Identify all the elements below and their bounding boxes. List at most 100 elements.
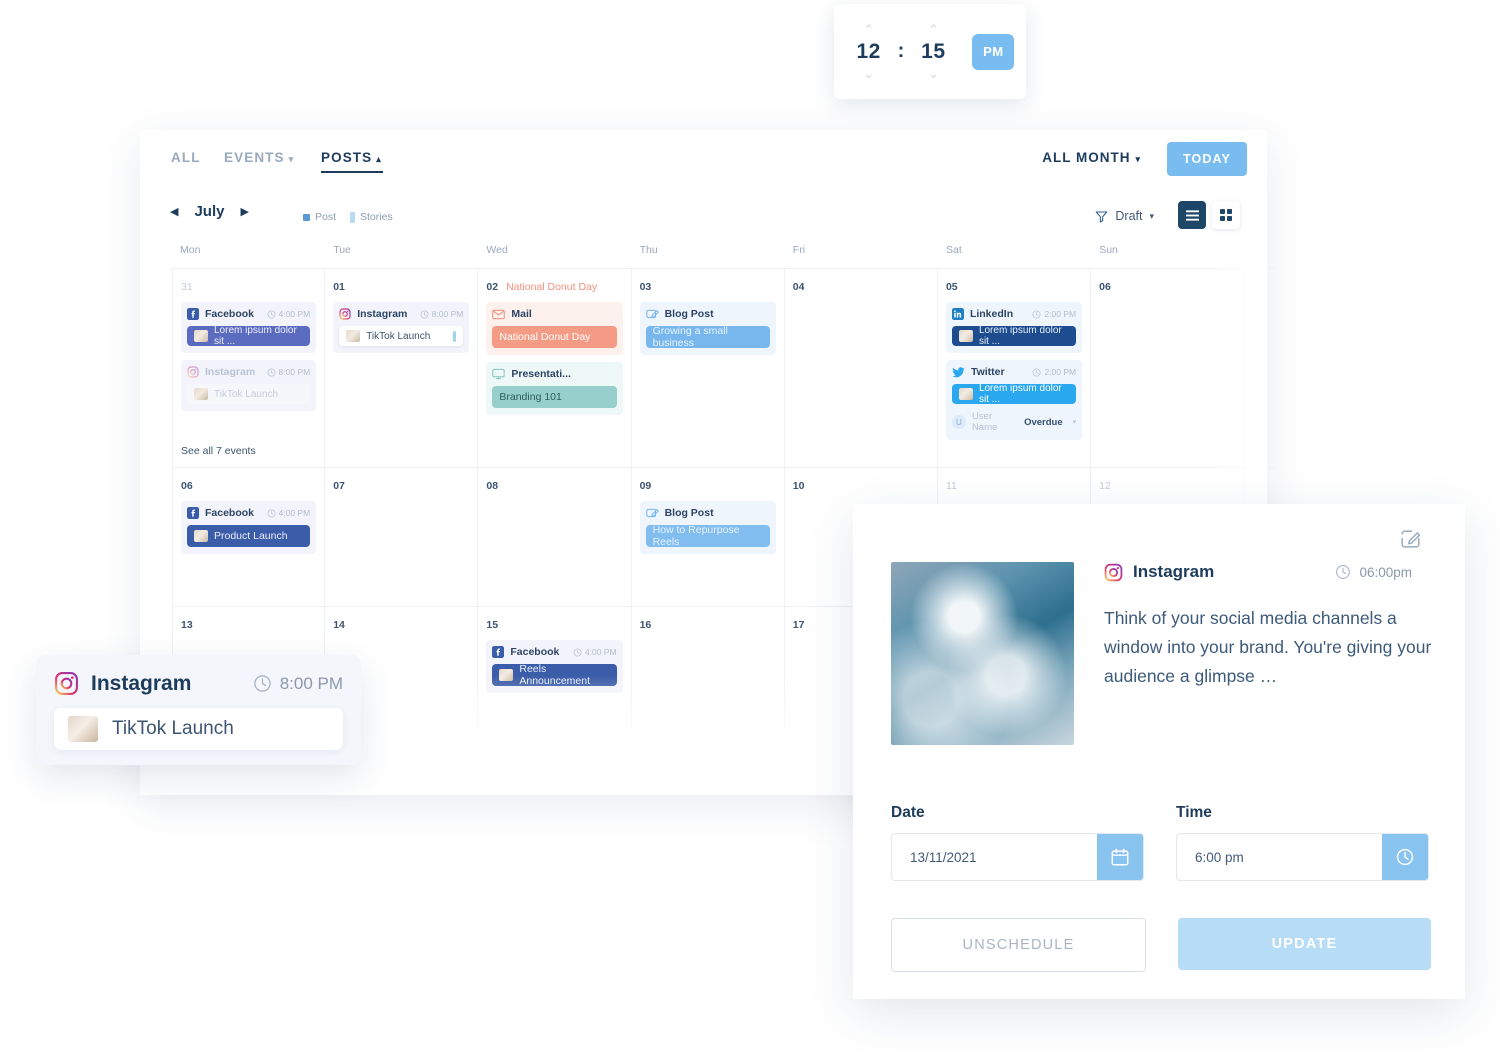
- tab-all[interactable]: ALL: [171, 150, 201, 165]
- list-view-button[interactable]: [1178, 201, 1206, 229]
- calendar-day-cell[interactable]: 01 Instagram 8:00 PM TikTok Launch: [325, 269, 479, 467]
- event-chip[interactable]: Lorem ipsum dolor sit ...: [187, 325, 311, 347]
- event-time: 2:00 PM: [1032, 367, 1076, 377]
- event-chip[interactable]: TikTok Launch: [339, 326, 464, 346]
- detail-content: Instagram 06:00pm Think of your social m…: [1104, 562, 1444, 745]
- tab-bar: ALL EVENTS ▾ POSTS ▴ ALL MONTH ▾ TODAY: [140, 130, 1267, 189]
- event-platform: Blog Post: [645, 308, 714, 320]
- calendar-event[interactable]: Mail National Donut Day: [486, 302, 623, 355]
- tab-posts[interactable]: POSTS ▴: [321, 150, 382, 165]
- event-platform: Twitter: [952, 366, 1005, 378]
- post-caption: Think of your social media channels a wi…: [1104, 608, 1432, 686]
- detail-body: Instagram 06:00pm Think of your social m…: [891, 562, 1444, 745]
- event-chip-label: Product Launch: [214, 530, 288, 542]
- all-month-dropdown[interactable]: ALL MONTH ▾: [1042, 150, 1141, 165]
- event-chip[interactable]: Growing a small business: [645, 325, 770, 349]
- floating-post-card[interactable]: Instagram 8:00 PM TikTok Launch: [36, 655, 361, 765]
- chevron-down-icon[interactable]: ▾: [1073, 418, 1077, 426]
- calendar-event[interactable]: Twitter 2:00 PM Lorem ipsum dolor sit ... U…: [945, 360, 1083, 440]
- calendar-event[interactable]: Instagram 8:00 PM TikTok Launch: [333, 302, 470, 353]
- calendar-legend: Post Stories: [303, 211, 393, 223]
- unschedule-button[interactable]: UNSCHEDULE: [891, 918, 1146, 972]
- today-button[interactable]: TODAY: [1167, 142, 1247, 176]
- event-chip[interactable]: TikTok Launch: [187, 384, 311, 404]
- time-field-label: Time: [1176, 804, 1212, 821]
- calendar-event[interactable]: LinkedIn 2:00 PM Lorem ipsum dolor sit ...: [945, 302, 1083, 353]
- calendar-day-cell[interactable]: 04: [785, 269, 938, 467]
- event-chip[interactable]: Lorem ipsum dolor sit ...: [951, 383, 1077, 405]
- instagram-icon: [187, 366, 199, 378]
- time-value: 6:00 pm: [1195, 849, 1244, 865]
- calendar-icon[interactable]: [1097, 834, 1143, 880]
- event-chip[interactable]: How to Repurpose Reels: [645, 524, 770, 548]
- event-platform-label: Twitter: [970, 366, 1005, 378]
- weekday-header-row: Mon Tue Wed Thu Fri Sat Sun: [140, 244, 1267, 268]
- edit-icon[interactable]: [1398, 526, 1423, 551]
- post-thumbnail: [346, 330, 361, 342]
- floating-card-post[interactable]: TikTok Launch: [54, 708, 343, 750]
- day-number: 15: [486, 619, 499, 631]
- update-button[interactable]: UPDATE: [1178, 918, 1431, 970]
- calendar-day-cell[interactable]: 02 National Donut Day Mail National Donut D…: [478, 269, 632, 467]
- event-time: 4:00 PM: [267, 309, 310, 319]
- event-platform: Presentati...: [492, 368, 571, 380]
- day-number: 01: [333, 281, 345, 293]
- calendar-day-cell[interactable]: 08: [478, 468, 632, 606]
- event-chip[interactable]: National Donut Day: [492, 326, 617, 348]
- minute-decrement-icon[interactable]: ⌄: [928, 67, 939, 81]
- filter-dropdown[interactable]: Draft ▾: [1095, 209, 1154, 223]
- hour-decrement-icon[interactable]: ⌄: [863, 67, 874, 81]
- event-platform: Blog Post: [645, 507, 714, 519]
- event-platform-label: Facebook: [205, 507, 255, 519]
- time-field-group: Time 6:00 pm: [1176, 804, 1429, 881]
- floating-card-post-title: TikTok Launch: [112, 718, 234, 739]
- tab-events[interactable]: EVENTS ▾: [224, 150, 294, 165]
- calendar-day-cell[interactable]: 07: [325, 468, 479, 606]
- calendar-day-cell[interactable]: 31 Facebook 4:00 PM Lorem ipsum dolor sit .…: [172, 269, 326, 467]
- event-chip[interactable]: Lorem ipsum dolor sit ...: [951, 325, 1077, 347]
- minute-stepper[interactable]: ⌃ 15 ⌄: [910, 23, 956, 81]
- meridiem-toggle[interactable]: PM: [972, 33, 1015, 70]
- event-chip[interactable]: Product Launch: [187, 525, 311, 547]
- calendar-day-cell[interactable]: 03 Blog Post Growing a small business: [632, 269, 785, 467]
- detail-time: 06:00pm: [1335, 564, 1412, 580]
- clock-icon: [267, 508, 276, 518]
- time-picker-popover[interactable]: ⌃ 12 ⌄ : ⌃ 15 ⌄ PM: [834, 4, 1026, 99]
- post-detail-panel: Instagram 06:00pm Think of your social m…: [853, 504, 1465, 999]
- see-all-events-link[interactable]: See all 7 events: [181, 445, 256, 457]
- event-platform-label: Blog Post: [664, 308, 714, 320]
- event-assignee[interactable]: U User Name Overdue ▾: [951, 411, 1077, 433]
- calendar-event[interactable]: Blog Post Growing a small business: [639, 302, 776, 355]
- minute-increment-icon[interactable]: ⌃: [928, 23, 939, 37]
- day-number: 13: [181, 619, 193, 631]
- calendar-event[interactable]: Instagram 8:00 PM TikTok Launch: [181, 360, 317, 411]
- detail-actions: UNSCHEDULE UPDATE: [891, 918, 1431, 972]
- event-platform-label: Instagram: [357, 308, 408, 320]
- calendar-day-cell[interactable]: 09 Blog Post How to Repurpose Reels: [632, 468, 785, 606]
- next-month-icon[interactable]: ▶: [240, 205, 248, 218]
- event-time-label: 2:00 PM: [1044, 309, 1077, 319]
- calendar-day-cell[interactable]: 06 Facebook 4:00 PM Product Launch: [172, 468, 326, 606]
- grid-view-button[interactable]: [1212, 201, 1240, 229]
- facebook-icon: [492, 646, 505, 658]
- prev-month-icon[interactable]: ◀: [170, 205, 178, 218]
- time-input[interactable]: 6:00 pm: [1176, 833, 1429, 881]
- hour-stepper[interactable]: ⌃ 12 ⌄: [846, 23, 892, 81]
- hour-increment-icon[interactable]: ⌃: [863, 23, 874, 37]
- mail-icon: [492, 309, 506, 320]
- event-time: 4:00 PM: [573, 647, 617, 657]
- floating-card-time: 8:00 PM: [253, 674, 343, 694]
- event-chip[interactable]: Branding 101: [492, 386, 617, 408]
- clock-icon[interactable]: [1382, 834, 1428, 880]
- day-number: 09: [639, 480, 652, 492]
- day-number: 08: [486, 480, 499, 492]
- calendar-event[interactable]: Blog Post How to Repurpose Reels: [639, 501, 776, 554]
- calendar-event[interactable]: Facebook 4:00 PM Product Launch: [181, 501, 317, 554]
- calendar-day-cell[interactable]: 05 LinkedIn 2:00 PM Lorem ipsum dolor sit .…: [938, 269, 1092, 467]
- facebook-icon: [187, 308, 199, 320]
- calendar-event[interactable]: Facebook 4:00 PM Lorem ipsum dolor sit ...: [181, 302, 317, 353]
- day-number: 03: [639, 281, 652, 293]
- date-input[interactable]: 13/11/2021: [891, 833, 1144, 881]
- weekday-label-sat: Sat: [946, 244, 962, 256]
- calendar-event[interactable]: Presentati... Branding 101: [486, 362, 623, 415]
